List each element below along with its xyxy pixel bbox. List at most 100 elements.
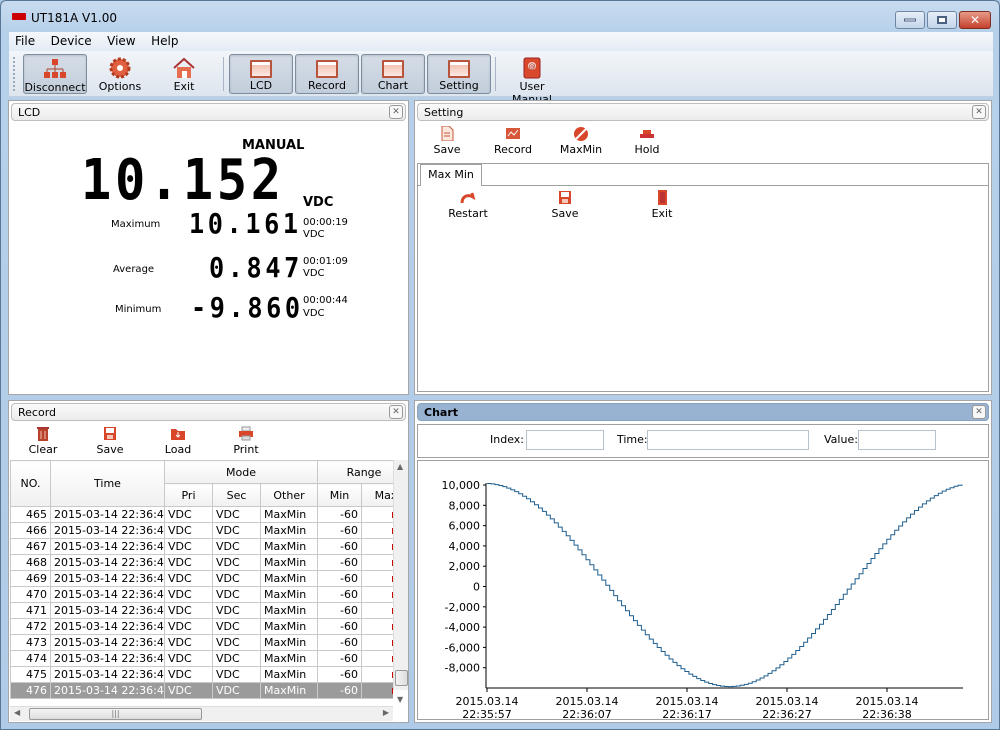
record-load-button[interactable]: Load	[148, 426, 208, 456]
cell-min: -60	[317, 666, 362, 683]
cell-sec: VDC	[212, 650, 261, 667]
record-panel-close-button[interactable]: ✕	[389, 405, 403, 419]
window-icon	[382, 60, 404, 78]
cell-time: 2015-03-14 22:36:45	[50, 618, 165, 635]
cell-min: -60	[317, 650, 362, 667]
cell-pri: VDC	[164, 682, 213, 699]
y-tick-label: -8,000	[445, 662, 480, 675]
table-row[interactable]: 4762015-03-14 22:36:45VDCVDCMaxMin-60ı	[10, 682, 393, 699]
table-row[interactable]: 4662015-03-14 22:36:44VDCVDCMaxMin-60ı	[10, 522, 393, 539]
cell-min: -60	[317, 586, 362, 603]
average-time: 00:01:09	[303, 256, 348, 267]
vertical-scroll-thumb[interactable]	[395, 670, 408, 686]
close-button[interactable]: ✕	[959, 11, 991, 29]
menu-device[interactable]: Device	[45, 32, 98, 48]
cell-pri: VDC	[164, 506, 213, 523]
menu-bar: File Device View Help	[9, 32, 993, 51]
record-view-button[interactable]: Record	[295, 54, 359, 94]
cell-time: 2015-03-14 22:36:45	[50, 586, 165, 603]
record-clear-button[interactable]: Clear	[13, 426, 73, 456]
app-logo-icon	[12, 13, 26, 20]
minimize-button[interactable]	[895, 11, 925, 29]
setting-hold-button[interactable]: Hold	[617, 126, 677, 156]
options-button[interactable]: Options	[93, 54, 147, 94]
menu-file[interactable]: File	[9, 32, 41, 48]
table-row[interactable]: 4682015-03-14 22:36:44VDCVDCMaxMin-60ı	[10, 554, 393, 571]
chart-view-button[interactable]: Chart	[361, 54, 425, 94]
setting-record-button[interactable]: Record	[483, 126, 543, 156]
col-header-no[interactable]: NO.	[10, 460, 51, 507]
cell-pri: VDC	[164, 602, 213, 619]
table-row[interactable]: 4712015-03-14 22:36:45VDCVDCMaxMin-60ı	[10, 602, 393, 619]
col-header-time[interactable]: Time	[50, 460, 165, 507]
table-row[interactable]: 4722015-03-14 22:36:45VDCVDCMaxMin-60ı	[10, 618, 393, 635]
col-header-mode[interactable]: Mode	[164, 460, 318, 484]
setting-panel-close-button[interactable]: ✕	[972, 105, 986, 119]
table-row[interactable]: 4732015-03-14 22:36:45VDCVDCMaxMin-60ı	[10, 634, 393, 651]
scroll-down-arrow-icon[interactable]: ▼	[397, 695, 403, 704]
exit-button[interactable]: Exit	[157, 54, 211, 94]
scroll-right-arrow-icon[interactable]: ▶	[383, 708, 389, 717]
record-print-button[interactable]: Print	[216, 426, 276, 456]
y-tick-label: 2,000	[449, 560, 481, 573]
record-vertical-scrollbar[interactable]: ▲ ▼	[393, 460, 408, 704]
record-horizontal-scrollbar[interactable]: ◀ ||| ▶	[10, 706, 393, 721]
table-row[interactable]: 4742015-03-14 22:36:45VDCVDCMaxMin-60ı	[10, 650, 393, 667]
chart-area[interactable]: 10,000 8,000 6,000 4,000 2,000 0 -2,000 -4,000 -…	[417, 460, 990, 721]
setting-maxmin-button[interactable]: MaxMin	[551, 126, 611, 156]
col-header-max[interactable]: Max	[361, 483, 393, 507]
cell-sec: VDC	[212, 522, 261, 539]
index-field[interactable]	[526, 430, 604, 450]
setting-save-button[interactable]: Save	[417, 125, 477, 156]
col-header-pri[interactable]: Pri	[164, 483, 213, 507]
record-save-button[interactable]: Save	[80, 426, 140, 456]
time-field[interactable]	[647, 430, 809, 450]
col-header-sec[interactable]: Sec	[212, 483, 261, 507]
lcd-main-value: 10.152	[81, 148, 285, 213]
cell-min: -60	[317, 522, 362, 539]
cell-max: ı	[361, 506, 393, 523]
value-field[interactable]	[858, 430, 936, 450]
restart-button[interactable]: Restart	[438, 190, 498, 220]
setting-view-button[interactable]: Setting	[427, 54, 491, 94]
cell-sec: VDC	[212, 570, 261, 587]
minimum-label: Minimum	[115, 304, 162, 315]
maxmin-save-button[interactable]: Save	[535, 190, 595, 220]
lcd-view-button[interactable]: LCD	[229, 54, 293, 94]
lcd-panel-close-button[interactable]: ✕	[389, 105, 403, 119]
maximize-icon	[937, 16, 947, 24]
hold-icon	[639, 126, 655, 141]
tab-max-min[interactable]: Max Min	[420, 164, 482, 186]
cell-time: 2015-03-14 22:36:45	[50, 666, 165, 683]
col-header-other[interactable]: Other	[260, 483, 318, 507]
table-row[interactable]: 4672015-03-14 22:36:44VDCVDCMaxMin-60ı	[10, 538, 393, 555]
disconnect-button[interactable]: Disconnect	[23, 54, 87, 94]
cell-pri: VDC	[164, 538, 213, 555]
horizontal-scroll-thumb[interactable]: |||	[29, 708, 202, 720]
time-label: Time:	[617, 433, 648, 446]
table-row[interactable]: 4702015-03-14 22:36:45VDCVDCMaxMin-60ı	[10, 586, 393, 603]
home-icon	[172, 57, 196, 79]
table-row[interactable]: 4652015-03-14 22:36:44VDCVDCMaxMin-60ı	[10, 506, 393, 523]
document-icon	[439, 125, 455, 142]
menu-help[interactable]: Help	[145, 32, 184, 48]
user-manual-button[interactable]: @ User Manual	[499, 54, 565, 106]
menu-view[interactable]: View	[101, 32, 141, 48]
toolbar-grip[interactable]	[13, 57, 16, 91]
col-header-min[interactable]: Min	[317, 483, 362, 507]
table-row[interactable]: 4752015-03-14 22:36:45VDCVDCMaxMin-60ı	[10, 666, 393, 683]
record-save-label: Save	[96, 443, 124, 456]
maximize-button[interactable]	[927, 11, 957, 29]
chart-panel-close-button[interactable]: ✕	[972, 405, 986, 419]
maximum-value: 10.161	[189, 207, 302, 240]
col-header-range[interactable]: Range	[317, 460, 393, 484]
value-chart[interactable]: 10,000 8,000 6,000 4,000 2,000 0 -2,000 -4,000 -…	[418, 461, 990, 721]
scroll-left-arrow-icon[interactable]: ◀	[14, 708, 20, 717]
table-row[interactable]: 4692015-03-14 22:36:44VDCVDCMaxMin-60ı	[10, 570, 393, 587]
cell-other: MaxMin	[260, 602, 318, 619]
cell-other: MaxMin	[260, 618, 318, 635]
cell-time: 2015-03-14 22:36:44	[50, 570, 165, 587]
restart-icon	[460, 190, 476, 205]
maxmin-exit-button[interactable]: Exit	[632, 190, 692, 220]
scroll-up-arrow-icon[interactable]: ▲	[397, 462, 403, 471]
